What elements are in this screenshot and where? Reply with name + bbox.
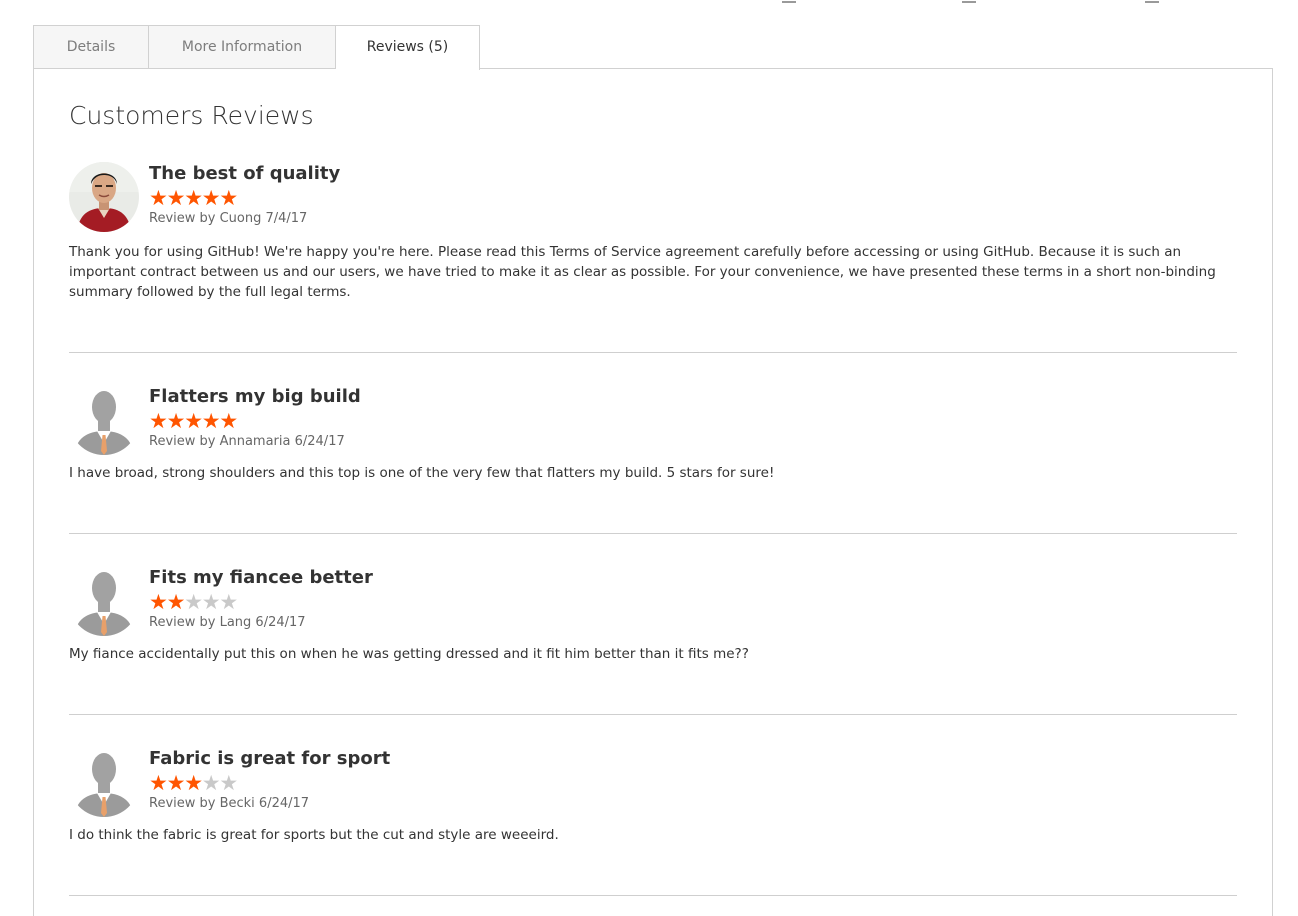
star-filled-icon: ★	[149, 590, 168, 614]
review-text: I have broad, strong shoulders and this …	[69, 465, 775, 481]
star-empty-icon: ★	[201, 771, 221, 795]
star-filled-icon: ★	[219, 409, 239, 433]
review-text: I do think the fabric is great for sport…	[69, 827, 559, 843]
star-rating: ★ ★ ★ ★ ★	[149, 771, 390, 795]
tab-details[interactable]: Details	[33, 25, 149, 69]
default-avatar-icon	[69, 747, 139, 817]
reviewer-avatar	[69, 385, 139, 455]
star-filled-icon: ★	[166, 409, 186, 433]
star-filled-icon: ★	[201, 186, 221, 210]
review-header: The best of quality ★ ★ ★ ★ ★ Review by Cuon…	[149, 162, 340, 226]
review-item: Fits my fiancee better ★ ★ ★ ★ ★ Review by L…	[69, 566, 1237, 715]
star-filled-icon: ★	[219, 186, 239, 210]
reviewer-avatar	[69, 566, 139, 636]
star-filled-icon: ★	[166, 186, 186, 210]
review-title: Flatters my big build	[149, 386, 361, 407]
toolbar-icon	[782, 0, 796, 3]
star-rating: ★ ★ ★ ★ ★	[149, 590, 373, 614]
review-header: Flatters my big build ★ ★ ★ ★ ★ Review by An…	[149, 385, 361, 449]
review-title: Fits my fiancee better	[149, 567, 373, 588]
review-item: Fabric is great for sport ★ ★ ★ ★ ★ Review b…	[69, 747, 1237, 896]
reviews-heading: Customers Reviews	[69, 101, 314, 130]
reviews-panel: Customers Reviews The best of quality ★ …	[33, 68, 1273, 916]
product-info-page: Details More Information Reviews (5) Cus…	[0, 0, 1298, 916]
star-filled-icon: ★	[149, 186, 168, 210]
review-byline: Review by Annamaria 6/24/17	[149, 434, 345, 449]
star-filled-icon: ★	[184, 186, 204, 210]
toolbar-icon	[1145, 0, 1159, 3]
tab-reviews[interactable]: Reviews (5)	[336, 25, 480, 70]
star-empty-icon: ★	[219, 771, 239, 795]
star-filled-icon: ★	[166, 771, 186, 795]
review-byline: Review by Becki 6/24/17	[149, 796, 310, 811]
review-title: Fabric is great for sport	[149, 748, 391, 769]
review-text: Thank you for using GitHub! We're happy …	[69, 244, 1216, 300]
review-byline: Review by Lang 6/24/17	[149, 615, 306, 630]
product-tabs: Details More Information Reviews (5)	[33, 25, 480, 70]
review-header: Fits my fiancee better ★ ★ ★ ★ ★ Review by L…	[149, 566, 373, 630]
star-filled-icon: ★	[149, 771, 168, 795]
cut-off-toolbar	[770, 0, 1190, 3]
star-empty-icon: ★	[201, 590, 221, 614]
star-filled-icon: ★	[166, 590, 186, 614]
star-empty-icon: ★	[219, 590, 239, 614]
reviewer-photo-icon	[69, 162, 139, 232]
star-filled-icon: ★	[184, 409, 204, 433]
review-text: My fiance accidentally put this on when …	[69, 646, 749, 662]
review-header: Fabric is great for sport ★ ★ ★ ★ ★ Review b…	[149, 747, 390, 811]
review-item: Flatters my big build ★ ★ ★ ★ ★ Review by An…	[69, 385, 1237, 534]
star-empty-icon: ★	[184, 590, 204, 614]
reviewer-avatar	[69, 162, 139, 232]
review-byline: Review by Cuong 7/4/17	[149, 211, 308, 226]
default-avatar-icon	[69, 385, 139, 455]
star-filled-icon: ★	[184, 771, 204, 795]
star-rating: ★ ★ ★ ★ ★	[149, 186, 340, 210]
star-rating: ★ ★ ★ ★ ★	[149, 409, 361, 433]
default-avatar-icon	[69, 566, 139, 636]
review-title: The best of quality	[149, 163, 341, 184]
star-filled-icon: ★	[201, 409, 221, 433]
review-item: The best of quality ★ ★ ★ ★ ★ Review by Cuon…	[69, 162, 1237, 353]
reviewer-avatar	[69, 747, 139, 817]
tab-more-information[interactable]: More Information	[149, 25, 336, 69]
star-filled-icon: ★	[149, 409, 168, 433]
toolbar-icon	[962, 0, 976, 3]
